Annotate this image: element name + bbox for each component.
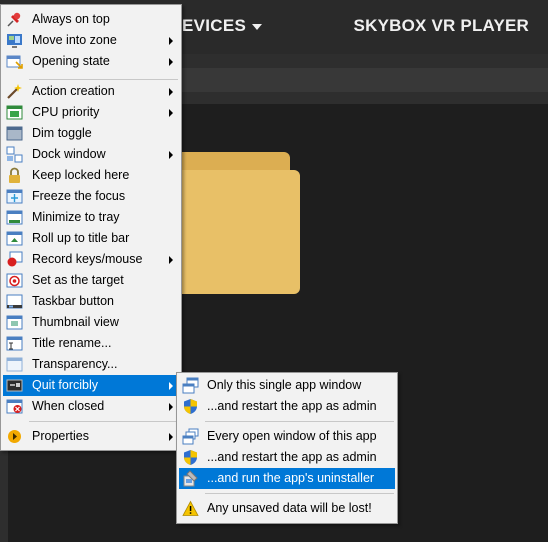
submenu-arrow-icon bbox=[169, 433, 173, 441]
rename-icon bbox=[6, 335, 23, 352]
freeze-icon bbox=[6, 188, 23, 205]
submenu-item-label: Any unsaved data will be lost! bbox=[207, 501, 372, 515]
nav-devices-label: EVICES bbox=[182, 16, 247, 35]
menu-item-label: Title rename... bbox=[32, 336, 112, 350]
menu-item-freeze-the-focus[interactable]: Freeze the focus bbox=[3, 186, 179, 207]
menu-item-quit-forcibly[interactable]: Quit forcibly bbox=[3, 375, 179, 396]
menu-item-label: Move into zone bbox=[32, 33, 117, 47]
submenu-arrow-icon bbox=[169, 256, 173, 264]
menu-item-label: CPU priority bbox=[32, 105, 100, 119]
menu-item-roll-up-to-title-bar[interactable]: Roll up to title bar bbox=[3, 228, 179, 249]
magic-wand-icon bbox=[6, 83, 23, 100]
submenu-item-only-single-window[interactable]: Only this single app window bbox=[179, 375, 395, 396]
menu-item-label: Opening state bbox=[32, 54, 110, 68]
submenu-item-label: Only this single app window bbox=[207, 378, 362, 392]
submenu-arrow-icon bbox=[169, 382, 173, 390]
submenu-item-label: Every open window of this app bbox=[207, 429, 377, 443]
menu-item-label: Always on top bbox=[32, 12, 110, 26]
menu-item-label: Thumbnail view bbox=[32, 315, 119, 329]
menu-item-move-into-zone[interactable]: Move into zone bbox=[3, 30, 179, 51]
nav-devices-menu[interactable]: EVICES bbox=[182, 16, 263, 36]
submenu-arrow-icon bbox=[169, 88, 173, 96]
menu-item-properties[interactable]: Properties bbox=[3, 426, 179, 447]
menu-item-label: Quit forcibly bbox=[32, 378, 98, 392]
menu-item-title-rename[interactable]: Title rename... bbox=[3, 333, 179, 354]
transparency-icon bbox=[6, 356, 23, 373]
menu-item-dim-toggle[interactable]: Dim toggle bbox=[3, 123, 179, 144]
submenu-arrow-icon bbox=[169, 58, 173, 66]
properties-arrow-icon bbox=[6, 428, 23, 445]
menu-item-action-creation[interactable]: Action creation bbox=[3, 81, 179, 102]
submenu-item-every-open-window[interactable]: Every open window of this app bbox=[179, 426, 395, 447]
submenu-item-restart-as-admin-all[interactable]: ...and restart the app as admin bbox=[179, 447, 395, 468]
menu-item-label: Set as the target bbox=[32, 273, 124, 287]
submenu-arrow-icon bbox=[169, 151, 173, 159]
lock-icon bbox=[6, 167, 23, 184]
taskbar-icon bbox=[6, 293, 23, 310]
all-windows-icon bbox=[182, 428, 199, 445]
when-closed-icon bbox=[6, 398, 23, 415]
menu-item-thumbnail-view[interactable]: Thumbnail view bbox=[3, 312, 179, 333]
menu-item-dock-window[interactable]: Dock window bbox=[3, 144, 179, 165]
quit-forcibly-submenu: Only this single app window ...and resta… bbox=[176, 372, 398, 524]
opening-state-icon bbox=[6, 53, 23, 70]
cpu-icon bbox=[6, 104, 23, 121]
menu-item-transparency[interactable]: Transparency... bbox=[3, 354, 179, 375]
submenu-item-label: ...and restart the app as admin bbox=[207, 399, 377, 413]
menu-separator bbox=[205, 493, 394, 494]
menu-item-label: Transparency... bbox=[32, 357, 118, 371]
app-title: SKYBOX VR PLAYER bbox=[353, 16, 529, 35]
menu-item-label: Keep locked here bbox=[32, 168, 130, 182]
menu-item-label: Dim toggle bbox=[32, 126, 92, 140]
menu-item-label: Roll up to title bar bbox=[32, 231, 130, 245]
submenu-arrow-icon bbox=[169, 403, 173, 411]
submenu-item-label: ...and run the app's uninstaller bbox=[207, 471, 375, 485]
menu-item-minimize-to-tray[interactable]: Minimize to tray bbox=[3, 207, 179, 228]
single-window-icon bbox=[182, 377, 199, 394]
context-menu: Always on top Move into zone Opening sta… bbox=[0, 4, 182, 451]
roll-up-icon bbox=[6, 230, 23, 247]
monitor-zone-icon bbox=[6, 32, 23, 49]
menu-item-set-as-the-target[interactable]: Set as the target bbox=[3, 270, 179, 291]
submenu-item-unsaved-data-warning[interactable]: Any unsaved data will be lost! bbox=[179, 498, 395, 519]
menu-item-label: Properties bbox=[32, 429, 89, 443]
menu-item-label: Action creation bbox=[32, 84, 115, 98]
menu-item-record-keys-mouse[interactable]: Record keys/mouse bbox=[3, 249, 179, 270]
uac-shield-icon bbox=[182, 398, 199, 415]
menu-item-cpu-priority[interactable]: CPU priority bbox=[3, 102, 179, 123]
menu-item-label: Freeze the focus bbox=[32, 189, 126, 203]
warning-icon bbox=[182, 500, 199, 517]
menu-item-label: Record keys/mouse bbox=[32, 252, 143, 266]
menu-item-label: Dock window bbox=[32, 147, 106, 161]
caret-down-icon bbox=[252, 23, 263, 30]
uninstaller-icon bbox=[182, 470, 199, 487]
quit-icon bbox=[6, 377, 23, 394]
pin-icon bbox=[6, 11, 23, 28]
target-icon bbox=[6, 272, 23, 289]
tray-icon bbox=[6, 209, 23, 226]
submenu-arrow-icon bbox=[169, 109, 173, 117]
record-icon bbox=[6, 251, 23, 268]
submenu-item-label: ...and restart the app as admin bbox=[207, 450, 377, 464]
submenu-item-restart-as-admin-single[interactable]: ...and restart the app as admin bbox=[179, 396, 395, 417]
menu-item-keep-locked-here[interactable]: Keep locked here bbox=[3, 165, 179, 186]
dim-window-icon bbox=[6, 125, 23, 142]
menu-item-label: Taskbar button bbox=[32, 294, 114, 308]
menu-separator bbox=[29, 79, 178, 80]
uac-shield-icon bbox=[182, 449, 199, 466]
menu-item-opening-state[interactable]: Opening state bbox=[3, 51, 179, 72]
menu-separator bbox=[205, 421, 394, 422]
dock-window-icon bbox=[6, 146, 23, 163]
folder-icon[interactable] bbox=[168, 148, 302, 296]
submenu-arrow-icon bbox=[169, 37, 173, 45]
submenu-item-run-uninstaller[interactable]: ...and run the app's uninstaller bbox=[179, 468, 395, 489]
menu-item-always-on-top[interactable]: Always on top bbox=[3, 9, 179, 30]
menu-item-taskbar-button[interactable]: Taskbar button bbox=[3, 291, 179, 312]
menu-item-when-closed[interactable]: When closed bbox=[3, 396, 179, 417]
thumbnail-icon bbox=[6, 314, 23, 331]
menu-separator bbox=[29, 421, 178, 422]
menu-item-label: When closed bbox=[32, 399, 105, 413]
menu-item-label: Minimize to tray bbox=[32, 210, 120, 224]
